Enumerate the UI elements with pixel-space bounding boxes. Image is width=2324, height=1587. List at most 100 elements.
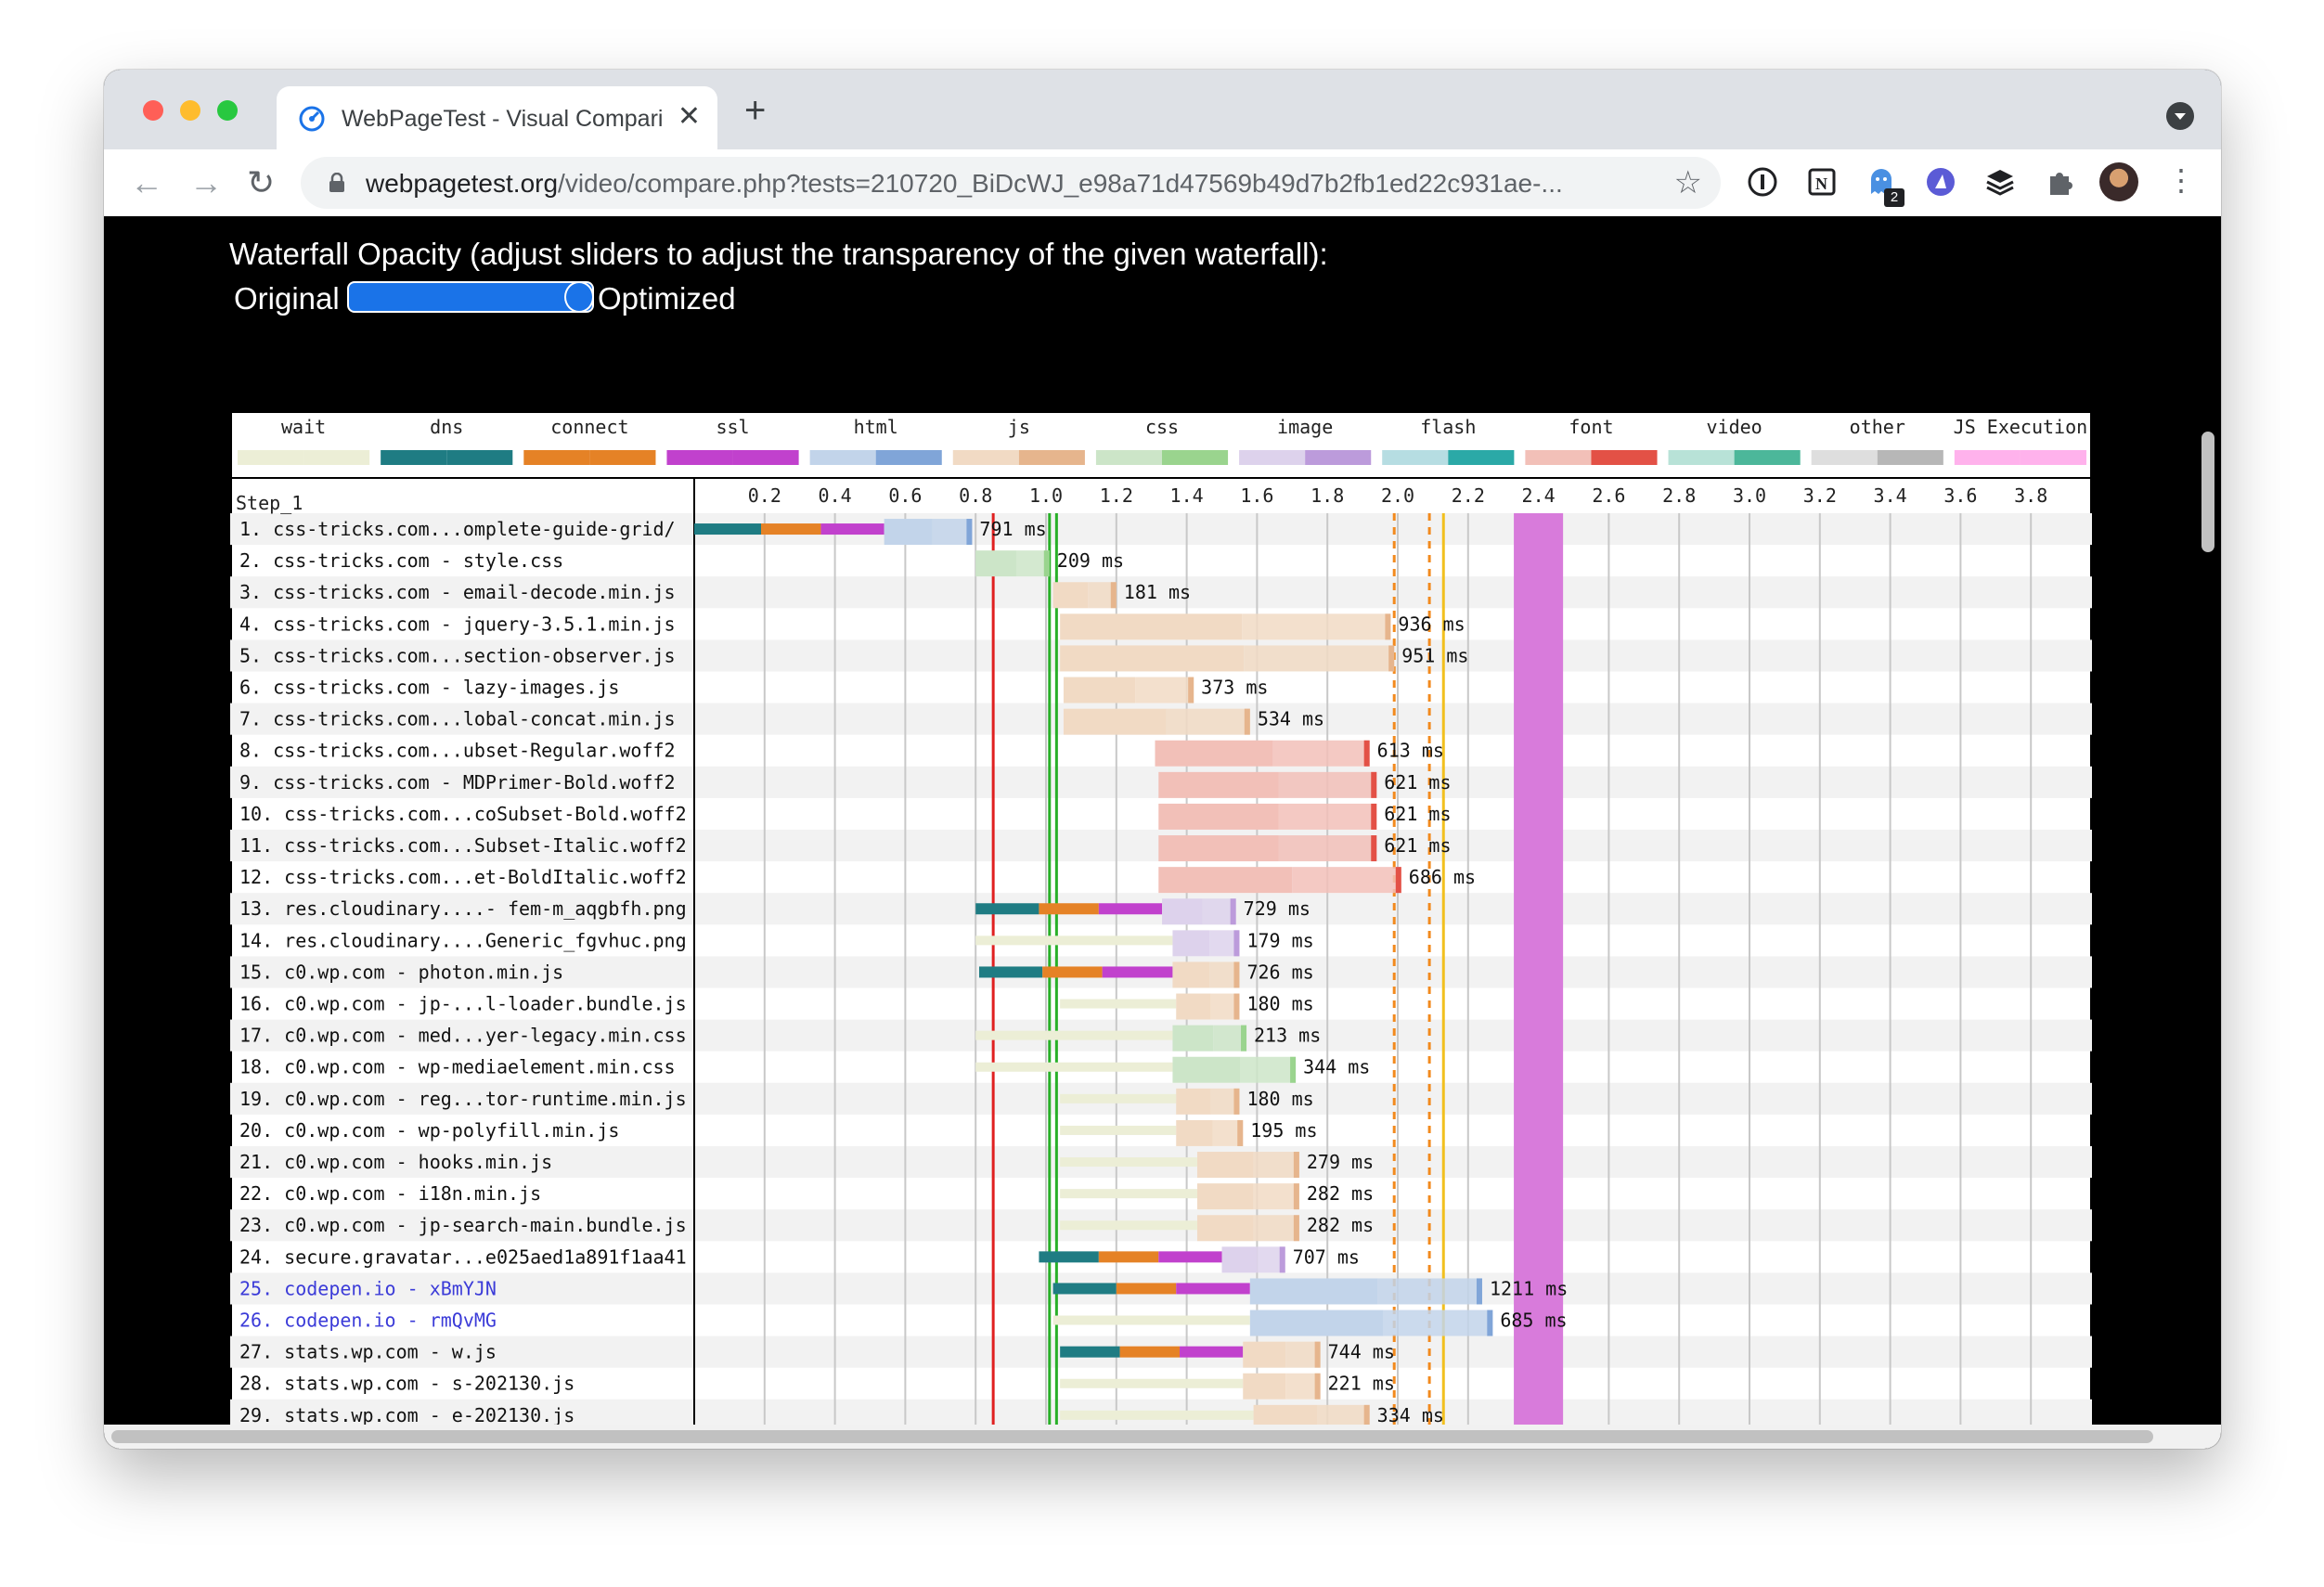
request-end-chunk — [1241, 1025, 1247, 1052]
request-ttfb-bar — [975, 550, 1016, 577]
request-duration: 707 ms — [1293, 1245, 1360, 1268]
back-icon[interactable]: ← — [130, 166, 163, 200]
page-content: Waterfall Opacity (adjust sliders to adj… — [104, 216, 2221, 1449]
vertical-scrollbar-thumb[interactable] — [2201, 432, 2214, 552]
request-duration: 195 ms — [1250, 1119, 1317, 1142]
request-duration: 744 ms — [1328, 1341, 1395, 1363]
zoom-window-button[interactable] — [217, 100, 238, 121]
request-ttfb-bar — [1196, 1183, 1254, 1210]
request-end-chunk — [1233, 1088, 1240, 1115]
request-end-chunk — [1188, 677, 1194, 703]
ssl-segment — [1102, 966, 1173, 978]
new-tab-icon[interactable]: + — [744, 92, 766, 129]
notion-icon[interactable]: N — [1806, 166, 1838, 198]
tick-label-0.2: 0.2 — [748, 484, 781, 507]
tick-label-2.6: 2.6 — [1592, 484, 1625, 507]
request-ttfb-bar — [1158, 867, 1293, 894]
wait-segment — [975, 1030, 1173, 1040]
browser-toolbar: ← → ↻ webpagetest.org/video/compare.php?… — [104, 149, 2221, 217]
request-duration: 534 ms — [1258, 708, 1324, 730]
tick-label-2.0: 2.0 — [1381, 484, 1414, 507]
forward-icon[interactable]: → — [189, 166, 223, 200]
waterfall-opacity-label: Waterfall Opacity (adjust sliders to adj… — [229, 237, 1328, 271]
request-label: 16. c0.wp.com - jp-...l-loader.bundle.js — [239, 993, 687, 1015]
legend-swatch — [1954, 450, 2021, 465]
legend-swatch — [1668, 450, 1735, 465]
request-duration: 613 ms — [1377, 740, 1444, 762]
legend-label-ssl: ssl — [716, 416, 749, 438]
request-ttfb-bar — [1158, 771, 1279, 798]
dns-segment — [1039, 1251, 1099, 1263]
request-label: 14. res.cloudinary....Generic_fgvhuc.png — [239, 929, 687, 951]
request-ttfb-bar — [1063, 708, 1167, 735]
connect-segment — [1042, 966, 1103, 978]
minimize-window-button[interactable] — [180, 100, 200, 121]
request-label: 23. c0.wp.com - jp-search-main.bundle.js — [239, 1214, 687, 1236]
request-duration: 1211 ms — [1490, 1277, 1568, 1299]
request-duration: 621 ms — [1384, 803, 1451, 825]
address-bar[interactable]: webpagetest.org/video/compare.php?tests=… — [301, 157, 1721, 209]
request-duration: 180 ms — [1246, 1088, 1313, 1110]
tab-search-icon[interactable] — [2166, 102, 2194, 130]
browser-tab[interactable]: WebPageTest - Visual Comparis ✕ — [277, 86, 717, 149]
request-label: 15. c0.wp.com - photon.min.js — [239, 961, 563, 983]
request-label: 25. codepen.io - xBmYJN — [239, 1277, 497, 1299]
horizontal-scrollbar-thumb[interactable] — [111, 1430, 2153, 1443]
vector-icon[interactable] — [1925, 166, 1956, 198]
request-label: 18. c0.wp.com - wp-mediaelement.min.css — [239, 1056, 676, 1078]
request-duration: 951 ms — [1401, 644, 1468, 666]
horizontal-scrollbar[interactable] — [104, 1425, 2221, 1449]
request-duration: 279 ms — [1307, 1151, 1374, 1173]
wait-segment — [1060, 999, 1177, 1009]
request-ttfb-bar — [1221, 1246, 1258, 1273]
reload-icon[interactable]: ↻ — [247, 166, 275, 200]
wait-segment — [1060, 1189, 1197, 1199]
ssl-segment — [820, 523, 884, 535]
request-ttfb-bar — [1052, 582, 1089, 609]
request-end-chunk — [1043, 550, 1050, 577]
opacity-slider-thumb[interactable] — [564, 281, 594, 313]
tab-close-icon[interactable]: ✕ — [678, 101, 701, 133]
request-duration: 621 ms — [1384, 834, 1451, 857]
request-label: 9. css-tricks.com - MDPrimer-Bold.woff2 — [239, 771, 676, 794]
wait-segment — [1060, 1093, 1177, 1103]
request-download-bar — [1278, 803, 1377, 830]
request-end-chunk — [1293, 1152, 1299, 1179]
puzzle-icon[interactable] — [2044, 166, 2075, 198]
onepassword-icon[interactable] — [1747, 166, 1778, 198]
request-end-chunk — [1385, 613, 1391, 640]
browser-window: WebPageTest - Visual Comparis ✕ + ← → ↻ … — [104, 70, 2221, 1449]
tab-title: WebPageTest - Visual Comparis — [342, 106, 662, 132]
request-duration: 181 ms — [1124, 581, 1191, 603]
request-end-chunk — [1371, 835, 1377, 862]
legend-label-flash: flash — [1420, 416, 1476, 438]
legend-swatch — [1448, 450, 1515, 465]
request-download-bar — [932, 519, 973, 546]
avatar[interactable] — [2099, 162, 2138, 201]
legend-swatch — [1239, 450, 1306, 465]
request-duration: 213 ms — [1254, 1025, 1321, 1047]
tick-label-0.8: 0.8 — [959, 484, 992, 507]
ssl-segment — [1180, 1346, 1244, 1358]
buffer-icon[interactable] — [1984, 166, 2016, 198]
legend-label-js-execution: JS Execution — [1954, 416, 2088, 438]
opacity-slider[interactable] — [347, 281, 594, 313]
request-duration: 209 ms — [1057, 549, 1124, 572]
url-text[interactable]: webpagetest.org/video/compare.php?tests=… — [366, 169, 1563, 199]
request-label: 12. css-tricks.com...et-BoldItalic.woff2 — [239, 866, 687, 888]
tick-label-0.6: 0.6 — [888, 484, 922, 507]
star-icon[interactable]: ☆ — [1674, 164, 1702, 201]
request-download-bar — [1253, 1215, 1299, 1242]
request-label: 22. c0.wp.com - i18n.min.js — [239, 1182, 541, 1205]
request-end-chunk — [1371, 803, 1377, 830]
request-ttfb-bar — [1158, 835, 1279, 862]
request-end-chunk — [1237, 1119, 1244, 1146]
kebab-menu-icon[interactable]: ⋮ — [2166, 162, 2196, 198]
request-ttfb-bar — [1243, 1373, 1286, 1400]
request-duration: 621 ms — [1384, 771, 1451, 794]
request-end-chunk — [1388, 645, 1395, 672]
legend-swatch — [875, 450, 942, 465]
lock-icon[interactable] — [329, 173, 345, 193]
close-window-button[interactable] — [143, 100, 163, 121]
legend-swatch — [589, 450, 656, 465]
